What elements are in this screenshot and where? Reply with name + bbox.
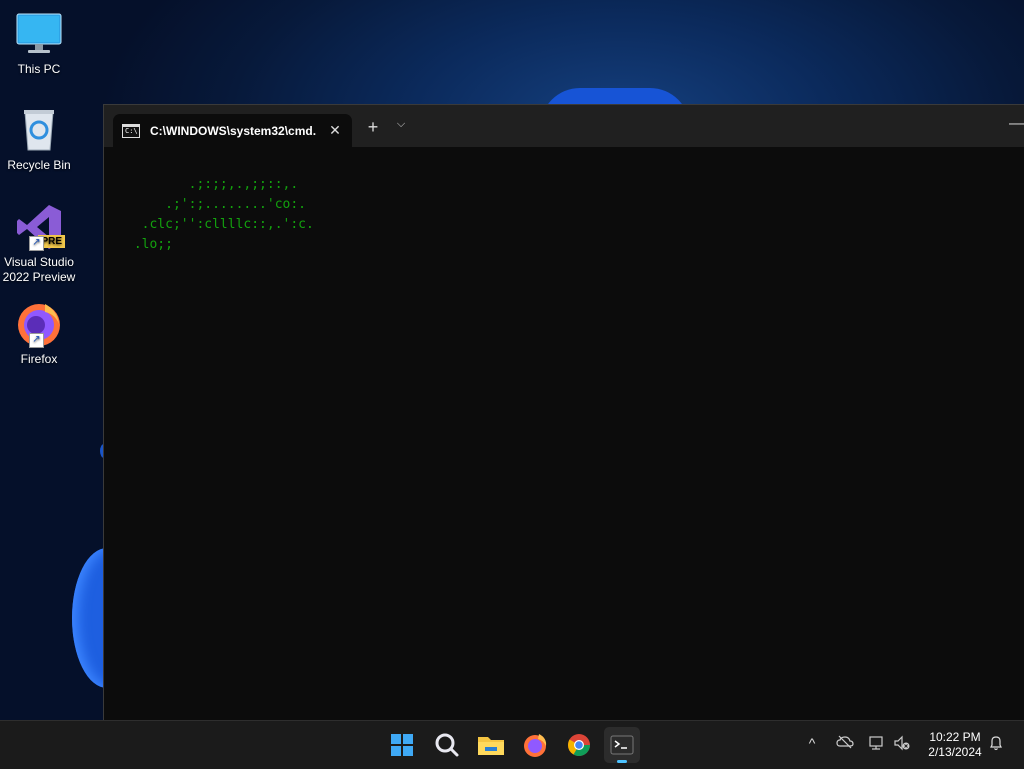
terminal-line: .clc;'':cllllc::,.':c. [126,217,314,232]
desktop-icon-label: This PC [17,62,61,76]
terminal-window[interactable]: C:\ C:\WINDOWS\system32\cmd. ✕ + ⌵ — .;:… [103,104,1024,721]
clock-date: 2/13/2024 [928,745,982,759]
shortcut-arrow-icon: ↗ [29,236,44,251]
recycle-bin-icon [15,106,63,154]
visual-studio-icon: PRE ↗ [15,203,65,251]
firefox-taskbar-button[interactable] [517,727,553,763]
terminal-line: .;':;........'co:. [126,197,307,212]
clock[interactable]: 10:22 PM 2/13/2024 [920,730,990,760]
chevron-down-icon[interactable]: ⌵ [392,118,410,131]
file-explorer-icon [478,737,504,755]
onedrive-offline-icon[interactable] [835,735,855,752]
firefox-icon [524,734,547,757]
terminal-tab-bar: C:\ C:\WINDOWS\system32\cmd. ✕ + ⌵ — [104,105,1024,147]
terminal-tab[interactable]: C:\ C:\WINDOWS\system32\cmd. ✕ [113,114,352,147]
desktop-icon-label: Visual Studio [4,255,74,269]
desktop-icon-label: 2022 Preview [2,270,76,284]
active-app-indicator [617,760,627,763]
shortcut-arrow-icon: ↗ [29,333,44,348]
close-icon[interactable]: ✕ [325,122,345,139]
terminal-line: .;:;;,.,;;::,. [126,177,299,192]
minimize-button[interactable]: — [1009,115,1024,133]
network-icon[interactable] [867,735,887,754]
search-button[interactable] [429,727,465,763]
start-button[interactable] [384,727,420,763]
new-tab-button[interactable]: + [362,117,384,138]
desktop-icon-label: Firefox [20,352,58,366]
firefox-icon: ↗ [15,300,63,348]
monitor-icon [15,10,63,58]
cmd-icon: C:\ [122,123,140,138]
search-icon [435,733,459,757]
chrome-taskbar-button[interactable] [561,727,597,763]
terminal-icon [610,735,634,755]
tab-title: C:\WINDOWS\system32\cmd. [150,123,317,138]
clock-time: 10:22 PM [929,730,981,744]
terminal-line: .lo;; [126,237,173,252]
desktop-icon-this-pc[interactable]: This PC [0,10,78,77]
volume-muted-icon[interactable] [892,735,912,754]
windows-start-icon [391,734,413,756]
terminal-output[interactable]: .;:;;,.,;;::,. .;':;........'co:. .clc;'… [126,175,314,255]
desktop-icon-visual-studio[interactable]: PRE ↗ Visual Studio 2022 Preview [0,203,78,285]
desktop-icon-recycle-bin[interactable]: Recycle Bin [0,106,78,173]
notification-bell-icon[interactable] [986,735,1006,754]
file-explorer-button[interactable] [473,727,509,763]
chrome-icon [568,734,590,756]
desktop-icon-label: Recycle Bin [7,158,71,172]
taskbar: ^ 10:22 PM 2/13/2024 [0,720,1024,769]
show-hidden-icons-chevron[interactable]: ^ [802,735,822,751]
desktop-icon-firefox[interactable]: ↗ Firefox [0,300,78,367]
terminal-taskbar-button[interactable] [604,727,640,763]
